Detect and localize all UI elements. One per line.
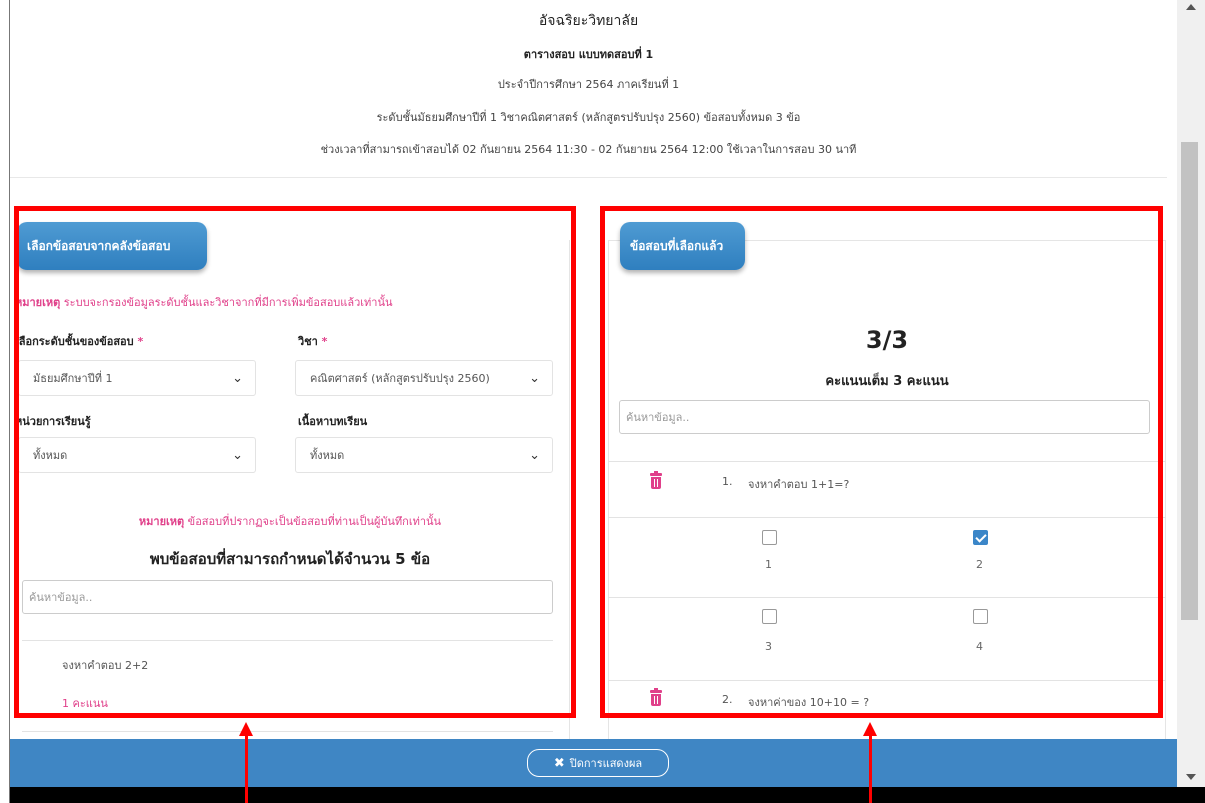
divider bbox=[608, 680, 1166, 681]
scroll-down-arrow-icon[interactable] bbox=[1186, 774, 1196, 780]
subject-select[interactable]: คณิตศาสตร์ (หลักสูตรปรับปรุง 2560) ⌄ bbox=[295, 360, 553, 396]
score-count: 3/3 bbox=[865, 326, 909, 354]
unit-select[interactable]: ทั้งหมด ⌄ bbox=[18, 437, 256, 473]
selected-q1-num: 1. bbox=[722, 475, 733, 488]
academic-year: ประจำปีการศึกษา 2564 ภาคเรียนที่ 1 bbox=[497, 78, 680, 91]
chevron-down-icon: ⌄ bbox=[529, 447, 540, 463]
delete-question-1-trash-icon[interactable] bbox=[650, 471, 662, 489]
option-1-checkbox[interactable] bbox=[762, 530, 777, 545]
level-label: เลือกระดับชั้นของข้อสอบ * bbox=[15, 335, 144, 348]
bottom-bar: ✖ ปิดการแสดงผล bbox=[10, 739, 1177, 787]
found-count: พบข้อสอบที่สามารถกำหนดได้จำนวน 5 ข้อ bbox=[149, 550, 431, 568]
content-label: เนื้อหาบทเรียน bbox=[298, 415, 368, 428]
filter-note: หมายเหตุ ระบบจะกรองข้อมูลระดับชั้นและวิช… bbox=[15, 296, 393, 309]
full-score: คะแนนเต็ม 3 คะแนน bbox=[825, 374, 949, 389]
chevron-down-icon: ⌄ bbox=[232, 370, 243, 386]
owner-note: หมายเหตุ ข้อสอบที่ปรากฏจะเป็นข้อสอบที่ท่… bbox=[138, 515, 442, 528]
annotation-arrow-left bbox=[245, 735, 248, 787]
school-name: อัจฉริยะวิทยาลัย bbox=[538, 13, 639, 29]
close-display-label: ปิดการแสดงผล bbox=[569, 757, 643, 770]
bank-search-input[interactable]: ค้นหาข้อมูล.. bbox=[22, 580, 553, 614]
tab-question-bank[interactable]: เลือกข้อสอบจากคลังข้อสอบ bbox=[17, 222, 207, 270]
unit-label: หน่วยการเรียนรู้ bbox=[15, 415, 91, 428]
level-subject-info: ระดับชั้นมัธยมศึกษาปีที่ 1 วิชาคณิตศาสตร… bbox=[376, 111, 801, 124]
exam-form-page: อัจฉริยะวิทยาลัย ตารางสอบ แบบทดสอบที่ 1 … bbox=[10, 0, 1177, 787]
chevron-down-icon: ⌄ bbox=[529, 370, 540, 386]
exam-header: อัจฉริยะวิทยาลัย ตารางสอบ แบบทดสอบที่ 1 … bbox=[10, 0, 1167, 178]
exam-time-window: ช่วงเวลาที่สามารถเข้าสอบได้ 02 กันยายน 2… bbox=[320, 143, 857, 156]
window-left-edge bbox=[0, 0, 10, 803]
option-3-checkbox[interactable] bbox=[762, 609, 777, 624]
bank-question-text[interactable]: จงหาคำตอบ 2+2 bbox=[62, 656, 148, 674]
annotation-arrowhead-right bbox=[863, 722, 877, 736]
close-display-button[interactable]: ✖ ปิดการแสดงผล bbox=[527, 749, 669, 777]
close-icon: ✖ bbox=[553, 755, 565, 771]
divider bbox=[608, 461, 1166, 462]
option-2-label: 2 bbox=[976, 558, 983, 571]
scrollbar-thumb[interactable] bbox=[1181, 142, 1198, 620]
selected-q2-num: 2. bbox=[722, 693, 733, 706]
option-4-label: 4 bbox=[976, 640, 983, 653]
divider bbox=[22, 731, 553, 732]
level-select[interactable]: มัธยมศึกษาปีที่ 1 ⌄ bbox=[18, 360, 256, 396]
delete-question-2-trash-icon[interactable] bbox=[650, 688, 662, 706]
option-4-checkbox[interactable] bbox=[973, 609, 988, 624]
selected-q2-text: จงหาค่าของ 10+10 = ? bbox=[748, 696, 870, 709]
exam-title: ตารางสอบ แบบทดสอบที่ 1 bbox=[523, 48, 654, 61]
selected-q1-text: จงหาคำตอบ 1+1=? bbox=[748, 478, 850, 491]
option-2-checkbox[interactable] bbox=[973, 530, 988, 545]
divider bbox=[608, 597, 1166, 598]
selected-search-input[interactable]: ค้นหาข้อมูล.. bbox=[619, 400, 1150, 434]
option-1-label: 1 bbox=[765, 558, 772, 571]
vertical-scrollbar[interactable] bbox=[1177, 0, 1205, 787]
scroll-up-arrow-icon[interactable] bbox=[1186, 4, 1196, 10]
tab-selected-questions[interactable]: ข้อสอบที่เลือกแล้ว bbox=[620, 222, 745, 270]
selected-questions-panel bbox=[608, 240, 1166, 787]
annotation-arrow-right bbox=[869, 735, 872, 787]
annotation-arrowhead-left bbox=[239, 722, 253, 736]
divider bbox=[608, 517, 1166, 518]
bank-question-score: 1 คะแนน bbox=[62, 697, 108, 710]
annotation-arrow-left-tail bbox=[245, 787, 248, 803]
content-select[interactable]: ทั้งหมด ⌄ bbox=[295, 437, 553, 473]
chevron-down-icon: ⌄ bbox=[232, 447, 243, 463]
divider bbox=[22, 640, 553, 641]
subject-label: วิชา * bbox=[298, 335, 328, 348]
annotation-arrow-right-tail bbox=[869, 787, 872, 803]
option-3-label: 3 bbox=[765, 640, 772, 653]
